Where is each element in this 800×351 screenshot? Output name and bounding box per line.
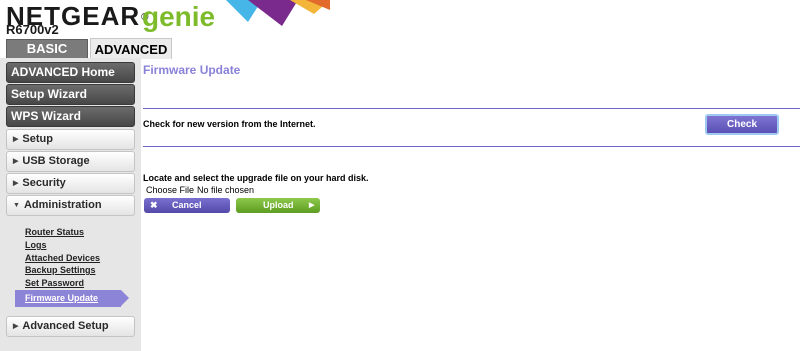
- tab-basic[interactable]: BASIC: [6, 39, 88, 59]
- sidebar-item-setup-wizard[interactable]: Setup Wizard: [6, 84, 135, 105]
- tab-advanced[interactable]: ADVANCED: [90, 38, 172, 59]
- chevron-right-icon: ▶: [13, 180, 19, 187]
- chevron-down-icon: ▼: [13, 202, 20, 209]
- check-button[interactable]: Check: [705, 114, 779, 135]
- divider: [143, 146, 800, 147]
- file-status: No file chosen: [197, 185, 255, 195]
- divider: [143, 108, 800, 109]
- decorative-shapes-icon: [226, 0, 330, 26]
- sidebar-link-firmware-update-selected[interactable]: Firmware Update: [15, 290, 121, 307]
- sidebar-item-advanced-setup[interactable]: ▶ Advanced Setup: [6, 316, 135, 337]
- upload-button-label: Upload: [263, 200, 294, 210]
- sidebar-item-security[interactable]: ▶ Security: [6, 173, 135, 194]
- cancel-button[interactable]: ✖ Cancel: [144, 198, 230, 213]
- sidebar-link-firmware-update[interactable]: Firmware Update: [25, 293, 98, 303]
- sidebar-item-label: WPS Wizard: [11, 109, 81, 123]
- sidebar-item-label: Administration: [23, 199, 102, 211]
- sidebar-item-setup[interactable]: ▶ Setup: [6, 129, 135, 150]
- sidebar-link-logs[interactable]: Logs: [25, 240, 47, 250]
- selection-pointer-icon: [121, 290, 129, 306]
- sidebar-item-label: ADVANCED Home: [11, 65, 115, 79]
- sidebar-link-set-password[interactable]: Set Password: [25, 278, 84, 288]
- upload-button[interactable]: Upload ▶: [236, 198, 320, 213]
- model-name: R6700v2: [6, 22, 59, 37]
- play-arrow-icon: ▶: [309, 202, 315, 209]
- genie-logo: genie: [142, 1, 216, 32]
- sidebar-item-label: Security: [22, 177, 66, 189]
- sidebar-item-usb-storage[interactable]: ▶ USB Storage: [6, 151, 135, 172]
- sidebar-item-wps-wizard[interactable]: WPS Wizard: [6, 106, 135, 127]
- chevron-right-icon: ▶: [13, 158, 19, 165]
- tab-basic-label: BASIC: [26, 41, 68, 56]
- sidebar-item-administration[interactable]: ▼ Administration: [6, 195, 135, 216]
- sidebar-item-label: USB Storage: [22, 155, 90, 167]
- locate-description: Locate and select the upgrade file on yo…: [143, 173, 369, 183]
- chevron-right-icon: ▶: [13, 136, 19, 143]
- sidebar-link-backup-settings[interactable]: Backup Settings: [25, 265, 96, 275]
- choose-file-button[interactable]: Choose File: [143, 184, 195, 196]
- cancel-button-label: Cancel: [172, 200, 202, 210]
- sidebar-item-advanced-home[interactable]: ADVANCED Home: [6, 62, 135, 83]
- page-title: Firmware Update: [143, 63, 241, 77]
- close-icon: ✖: [150, 200, 158, 210]
- check-description: Check for new version from the Internet.: [143, 119, 316, 129]
- sidebar-link-router-status[interactable]: Router Status: [25, 227, 84, 237]
- sidebar-item-label: Advanced Setup: [22, 320, 109, 332]
- sidebar-item-label: Setup Wizard: [11, 87, 87, 101]
- sidebar-link-attached-devices[interactable]: Attached Devices: [25, 253, 100, 263]
- tab-advanced-label: ADVANCED: [94, 42, 168, 57]
- chevron-right-icon: ▶: [13, 323, 19, 330]
- header: NETGEAR® genie R6700v2: [0, 0, 800, 40]
- sidebar-item-label: Setup: [22, 133, 53, 145]
